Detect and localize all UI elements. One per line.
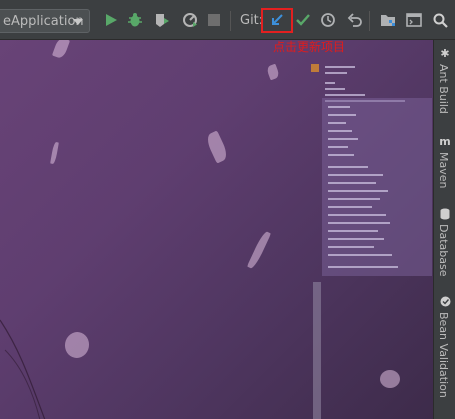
bean-validation-icon [439,296,451,308]
minimap-line [328,114,356,116]
tab-database[interactable]: Database [434,207,455,277]
run-icon[interactable] [101,10,121,30]
minimap-line [325,72,347,74]
tab-ant-build-label: Ant Build [437,64,450,114]
background-decoration [204,130,230,164]
minimap-line [328,182,376,184]
database-icon [439,208,451,220]
minimap-line [328,138,358,140]
minimap-line [328,106,350,108]
tab-ant-build[interactable]: ✱ Ant Build [434,46,455,126]
minimap-line [328,198,380,200]
tab-bean-validation-label: Bean Validation [437,312,450,398]
toolbar-separator [230,11,231,31]
editor-scrollbar[interactable] [313,282,321,419]
minimap-line [325,88,345,90]
minimap-line [328,266,398,268]
toolbar-separator [369,11,370,31]
editor-area[interactable]: 点击更新项目 [0,40,433,419]
minimap-line [328,130,352,132]
profile-icon[interactable] [180,10,200,30]
git-rollback-icon[interactable] [345,10,365,30]
coverage-icon[interactable] [152,10,172,30]
code-minimap[interactable] [322,98,432,276]
git-history-icon[interactable] [318,10,338,30]
minimap-line [328,174,383,176]
run-configuration-label: eApplication [3,14,84,29]
minimap-line [328,190,388,192]
background-decoration [50,141,59,165]
maven-icon: m [439,135,451,148]
background-decoration [51,40,71,60]
git-commit-icon[interactable] [293,10,313,30]
minimap-marker [311,64,319,72]
terminal-icon[interactable] [404,10,424,30]
update-project-annotation: 点击更新项目 [273,40,346,54]
minimap-line [328,146,348,148]
tab-database-label: Database [437,224,450,277]
minimap-line [328,254,392,256]
debug-icon[interactable] [125,10,145,30]
git-label: Git: [240,13,264,28]
minimap-line [328,246,374,248]
code-minimap-header [308,58,433,103]
run-configuration-dropdown[interactable]: eApplication [0,9,90,33]
background-decoration [0,319,46,419]
minimap-line [328,122,346,124]
minimap-line [328,214,386,216]
right-tool-window-bar: ✱ Ant Build m Maven Database Bean Valida… [433,40,455,419]
minimap-line [328,238,384,240]
minimap-line [325,82,335,84]
stop-icon[interactable] [204,10,224,30]
minimap-line [328,166,368,168]
minimap-line [325,66,355,68]
minimap-line [328,230,378,232]
chevron-down-icon [73,19,83,25]
tab-bean-validation[interactable]: Bean Validation [434,295,455,410]
background-decoration [380,370,400,388]
background-decoration [62,330,92,360]
minimap-line [328,206,372,208]
background-decoration [265,63,281,81]
minimap-line [328,154,354,156]
background-decoration [246,230,272,270]
ant-icon: ✱ [440,47,450,60]
project-structure-icon[interactable] [378,10,398,30]
search-icon[interactable] [430,10,450,30]
minimap-line [328,222,390,224]
main-toolbar: eApplication Git: [0,0,455,40]
minimap-line [325,94,365,96]
tab-maven[interactable]: m Maven [434,135,455,195]
tab-maven-label: Maven [437,152,450,189]
update-project-highlight [261,8,293,33]
